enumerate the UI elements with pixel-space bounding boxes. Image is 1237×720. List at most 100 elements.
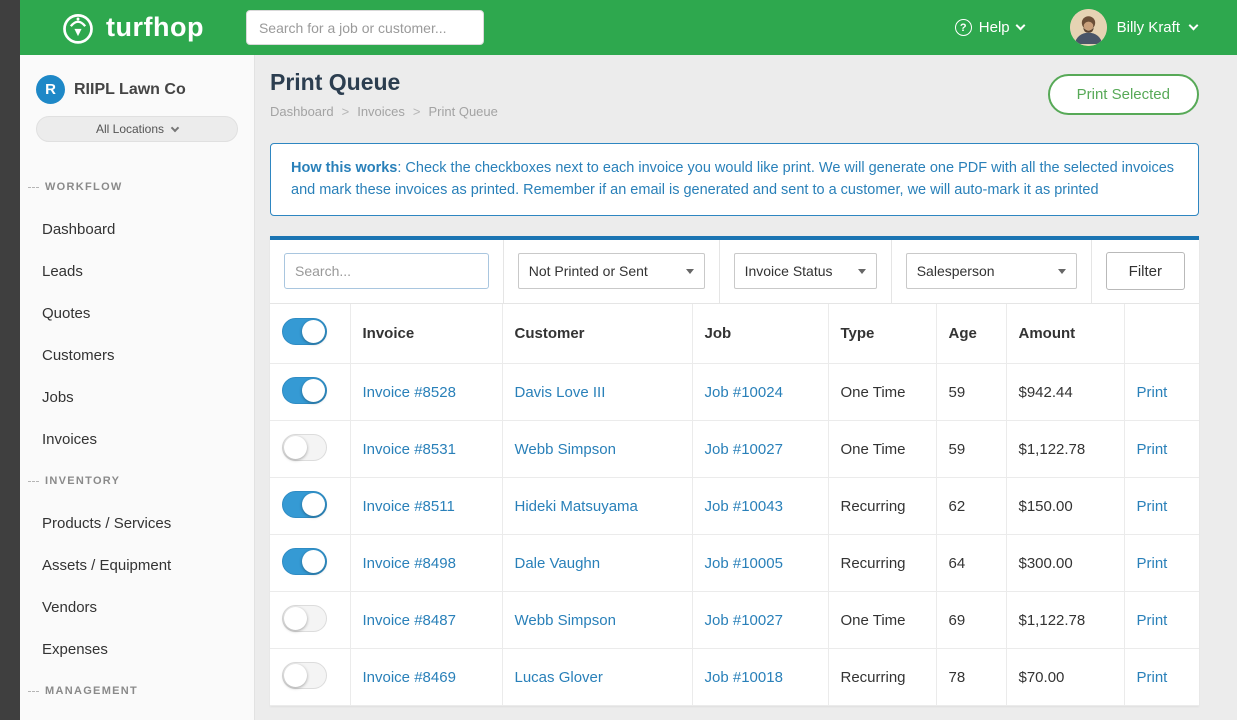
- invoice-link[interactable]: Invoice #8511: [363, 498, 455, 515]
- sidebar-item-expenses[interactable]: Expenses: [20, 628, 254, 670]
- filter-invoice-status-cell: Invoice Status: [720, 240, 892, 303]
- column-header-age: Age: [936, 304, 1006, 364]
- filter-search-cell: [270, 240, 504, 303]
- filter-salesperson-cell: Salesperson: [892, 240, 1092, 303]
- invoice-type: One Time: [828, 592, 936, 649]
- filter-button[interactable]: Filter: [1106, 252, 1185, 290]
- salesperson-select[interactable]: Salesperson: [906, 253, 1077, 289]
- customer-link[interactable]: Lucas Glover: [515, 669, 603, 686]
- breadcrumb-separator: >: [342, 104, 350, 119]
- invoice-link[interactable]: Invoice #8469: [363, 669, 456, 686]
- invoice-link[interactable]: Invoice #8528: [363, 384, 456, 401]
- user-menu[interactable]: Billy Kraft: [1070, 9, 1197, 46]
- job-link[interactable]: Job #10018: [705, 669, 783, 686]
- sidebar-item-assets-equipment[interactable]: Assets / Equipment: [20, 544, 254, 586]
- location-selector-label: All Locations: [96, 122, 164, 136]
- location-selector[interactable]: All Locations: [36, 116, 238, 142]
- page-header: Print Queue Dashboard > Invoices > Print…: [255, 55, 1237, 119]
- print-link[interactable]: Print: [1137, 441, 1168, 458]
- company-header[interactable]: R RIIPL Lawn Co: [20, 55, 254, 104]
- row-select-toggle[interactable]: [282, 377, 327, 404]
- column-header-print: [1124, 304, 1199, 364]
- company-logo: R: [36, 75, 65, 104]
- job-link[interactable]: Job #10043: [705, 498, 783, 515]
- column-header-invoice: Invoice: [350, 304, 502, 364]
- job-link[interactable]: Job #10027: [705, 612, 783, 629]
- sidebar-item-leads[interactable]: Leads: [20, 250, 254, 292]
- print-link[interactable]: Print: [1137, 384, 1168, 401]
- nav-section-reports: REPORTS: [20, 712, 254, 720]
- invoice-link[interactable]: Invoice #8498: [363, 555, 456, 572]
- job-link[interactable]: Job #10027: [705, 441, 783, 458]
- row-select-toggle[interactable]: [282, 605, 327, 632]
- print-link[interactable]: Print: [1137, 555, 1168, 572]
- help-icon: ?: [955, 19, 972, 36]
- global-search: [246, 10, 484, 45]
- help-label: Help: [979, 19, 1010, 36]
- chevron-down-icon: [686, 269, 694, 274]
- sidebar-item-vendors[interactable]: Vendors: [20, 586, 254, 628]
- table-row: Invoice #8469 Lucas Glover Job #10018 Re…: [270, 649, 1199, 706]
- sidebar: R RIIPL Lawn Co All Locations WORKFLOW D…: [20, 55, 255, 720]
- customer-link[interactable]: Davis Love III: [515, 384, 606, 401]
- customer-link[interactable]: Webb Simpson: [515, 612, 616, 629]
- left-edge-strip: [0, 0, 20, 720]
- info-banner: How this works: Check the checkboxes nex…: [270, 143, 1199, 216]
- sidebar-item-customers[interactable]: Customers: [20, 334, 254, 376]
- invoice-age: 62: [936, 478, 1006, 535]
- row-select-toggle[interactable]: [282, 548, 327, 575]
- invoice-amount: $150.00: [1006, 478, 1124, 535]
- sidebar-item-jobs[interactable]: Jobs: [20, 376, 254, 418]
- invoice-status-select[interactable]: Invoice Status: [734, 253, 877, 289]
- select-all-toggle[interactable]: [282, 318, 327, 345]
- user-name: Billy Kraft: [1117, 19, 1180, 36]
- global-search-input[interactable]: [246, 10, 484, 45]
- chevron-down-icon: [1015, 21, 1025, 31]
- table-row: Invoice #8528 Davis Love III Job #10024 …: [270, 364, 1199, 421]
- invoice-link[interactable]: Invoice #8531: [363, 441, 456, 458]
- invoice-age: 78: [936, 649, 1006, 706]
- job-link[interactable]: Job #10005: [705, 555, 783, 572]
- help-menu[interactable]: ? Help: [955, 19, 1024, 36]
- invoice-age: 59: [936, 421, 1006, 478]
- sidebar-item-invoices[interactable]: Invoices: [20, 418, 254, 460]
- invoice-amount: $942.44: [1006, 364, 1124, 421]
- customer-link[interactable]: Webb Simpson: [515, 441, 616, 458]
- top-navbar: turfhop ? Help Billy Kraft: [20, 0, 1237, 55]
- table-row: Invoice #8531 Webb Simpson Job #10027 On…: [270, 421, 1199, 478]
- main-content: Print Queue Dashboard > Invoices > Print…: [255, 55, 1237, 720]
- row-select-toggle[interactable]: [282, 491, 327, 518]
- customer-link[interactable]: Hideki Matsuyama: [515, 498, 638, 515]
- print-link[interactable]: Print: [1137, 612, 1168, 629]
- column-header-customer: Customer: [502, 304, 692, 364]
- breadcrumb-dashboard[interactable]: Dashboard: [270, 104, 334, 119]
- app-logo[interactable]: turfhop: [60, 10, 204, 46]
- print-selected-button[interactable]: Print Selected: [1048, 74, 1199, 115]
- job-link[interactable]: Job #10024: [705, 384, 783, 401]
- column-header-type: Type: [828, 304, 936, 364]
- table-search-input[interactable]: [284, 253, 489, 289]
- customer-link[interactable]: Dale Vaughn: [515, 555, 601, 572]
- table-row: Invoice #8487 Webb Simpson Job #10027 On…: [270, 592, 1199, 649]
- printed-status-select-value: Not Printed or Sent: [529, 263, 648, 279]
- row-select-toggle[interactable]: [282, 662, 327, 689]
- info-banner-text: : Check the checkboxes next to each invo…: [291, 160, 1174, 198]
- invoice-type: Recurring: [828, 535, 936, 592]
- invoice-type: Recurring: [828, 478, 936, 535]
- filter-printed-cell: Not Printed or Sent: [504, 240, 720, 303]
- sidebar-item-dashboard[interactable]: Dashboard: [20, 208, 254, 250]
- sidebar-item-products-services[interactable]: Products / Services: [20, 502, 254, 544]
- sidebar-item-quotes[interactable]: Quotes: [20, 292, 254, 334]
- row-select-toggle[interactable]: [282, 434, 327, 461]
- print-link[interactable]: Print: [1137, 498, 1168, 515]
- chevron-down-icon: [1058, 269, 1066, 274]
- print-link[interactable]: Print: [1137, 669, 1168, 686]
- invoice-link[interactable]: Invoice #8487: [363, 612, 456, 629]
- printed-status-select[interactable]: Not Printed or Sent: [518, 253, 705, 289]
- table-row: Invoice #8511 Hideki Matsuyama Job #1004…: [270, 478, 1199, 535]
- breadcrumb-invoices[interactable]: Invoices: [357, 104, 405, 119]
- sidebar-nav: WORKFLOW Dashboard Leads Quotes Customer…: [20, 166, 254, 720]
- invoice-amount: $1,122.78: [1006, 421, 1124, 478]
- nav-section-workflow: WORKFLOW: [20, 166, 254, 208]
- nav-section-management: MANAGEMENT: [20, 670, 254, 712]
